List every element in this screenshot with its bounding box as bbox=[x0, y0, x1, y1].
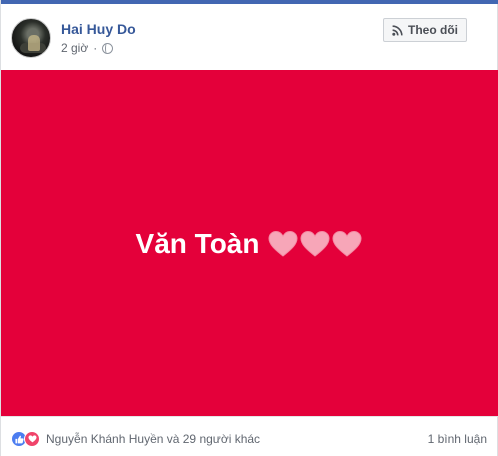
hearts-group bbox=[268, 230, 364, 258]
globe-icon[interactable] bbox=[102, 42, 114, 54]
author-name[interactable]: Hai Huy Do bbox=[61, 21, 136, 37]
love-icon[interactable] bbox=[24, 431, 40, 447]
timestamp[interactable]: 2 giờ bbox=[61, 41, 88, 55]
post-header: Hai Huy Do 2 giờ · Theo dõi bbox=[1, 4, 498, 68]
post-banner[interactable]: Văn Toàn bbox=[1, 70, 498, 416]
meta-separator: · bbox=[93, 41, 98, 55]
banner-content: Văn Toàn bbox=[136, 228, 365, 260]
rss-icon bbox=[392, 24, 403, 36]
reactors-text[interactable]: Nguyễn Khánh Huyền và 29 người khác bbox=[46, 432, 260, 446]
post-meta: 2 giờ · bbox=[61, 41, 114, 55]
heart-icon bbox=[332, 230, 362, 257]
avatar-figure-head bbox=[28, 35, 40, 51]
comments-count[interactable]: 1 bình luận bbox=[428, 432, 487, 446]
follow-label: Theo dõi bbox=[408, 23, 458, 37]
reactions-summary[interactable]: Nguyễn Khánh Huyền và 29 người khác bbox=[11, 431, 260, 447]
banner-text: Văn Toàn bbox=[135, 228, 260, 259]
heart-icon bbox=[268, 230, 298, 257]
avatar[interactable] bbox=[11, 18, 51, 58]
post-footer: Nguyễn Khánh Huyền và 29 người khác 1 bì… bbox=[1, 416, 498, 456]
follow-button[interactable]: Theo dõi bbox=[383, 18, 467, 42]
heart-icon bbox=[300, 230, 330, 257]
post-card: Hai Huy Do 2 giờ · Theo dõi Văn Toàn Ngu… bbox=[0, 0, 498, 456]
